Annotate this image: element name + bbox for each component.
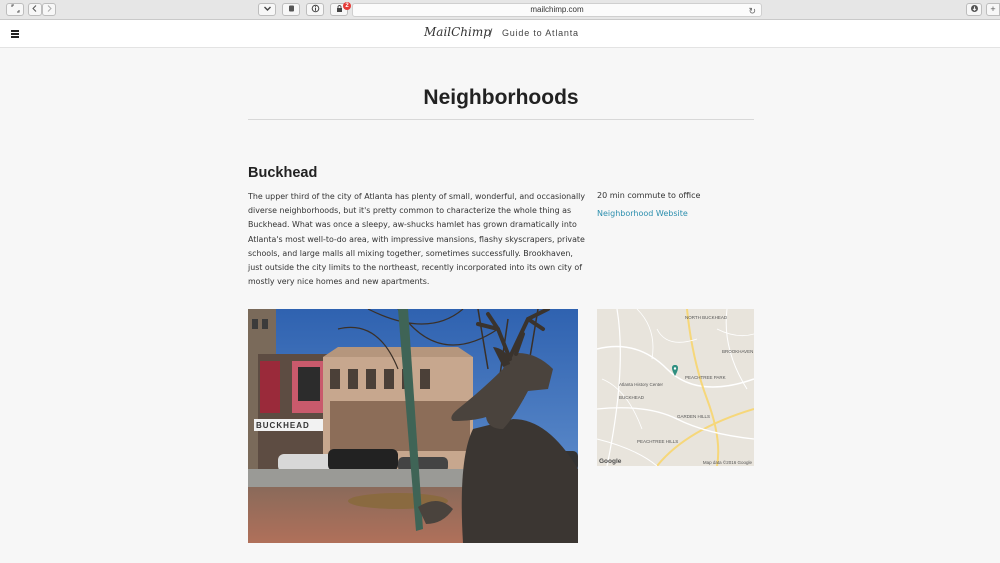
map-label-brookhaven: BROOKHAVEN: [722, 349, 754, 354]
address-bar[interactable]: mailchimp.com ↻: [352, 3, 762, 17]
reload-icon[interactable]: ↻: [748, 5, 756, 17]
mailchimp-logo[interactable]: MailChimp: [424, 25, 491, 39]
map-label-peachtree-park: PEACHTREE PARK: [685, 375, 726, 380]
back-icon[interactable]: [28, 3, 42, 16]
map-label-garden-hills: GARDEN HILLS: [677, 414, 711, 419]
pocket-icon[interactable]: [258, 3, 276, 16]
neighborhood-name: Buckhead: [248, 165, 318, 181]
forward-icon[interactable]: [42, 3, 56, 16]
page-title: Neighborhoods: [423, 86, 579, 109]
map-label-peachtree-hills: PEACHTREE HILLS: [637, 439, 679, 444]
map-label-history-center: Atlanta History Center: [619, 382, 664, 387]
site-header: MailChimp / Guide to Atlanta: [0, 20, 1000, 48]
header-separator: /: [489, 26, 493, 40]
map-label-north-buckhead: NORTH BUCKHEAD: [685, 315, 728, 320]
commute-info: 20 min commute to office: [597, 191, 701, 200]
info-icon[interactable]: [306, 3, 324, 16]
sidebar-icon[interactable]: [6, 3, 24, 16]
site-subtitle[interactable]: Guide to Atlanta: [502, 28, 579, 38]
map-label-buckhead: BUCKHEAD: [619, 395, 645, 400]
new-tab-icon[interactable]: +: [986, 3, 1000, 16]
menu-icon[interactable]: [11, 30, 19, 38]
google-logo[interactable]: Google: [599, 458, 621, 465]
photo-sign-text: BUCKHEAD: [256, 421, 310, 430]
notification-badge: 2: [343, 2, 351, 10]
download-icon[interactable]: [966, 3, 982, 16]
neighborhood-photo: BUCKHEAD: [248, 309, 578, 543]
neighborhood-description: The upper third of the city of Atlanta h…: [248, 192, 586, 287]
neighborhood-map[interactable]: Atlanta History Center BUCKHEAD PEACHTRE…: [597, 309, 754, 466]
url-text: mailchimp.com: [530, 5, 584, 14]
neighborhood-website-link[interactable]: Neighborhood Website: [597, 208, 688, 220]
map-attribution: Map data ©2016 Google: [702, 460, 752, 465]
title-divider: [248, 119, 754, 120]
evernote-icon[interactable]: [282, 3, 300, 16]
browser-toolbar: 2 mailchimp.com ↻ +: [0, 0, 1000, 20]
